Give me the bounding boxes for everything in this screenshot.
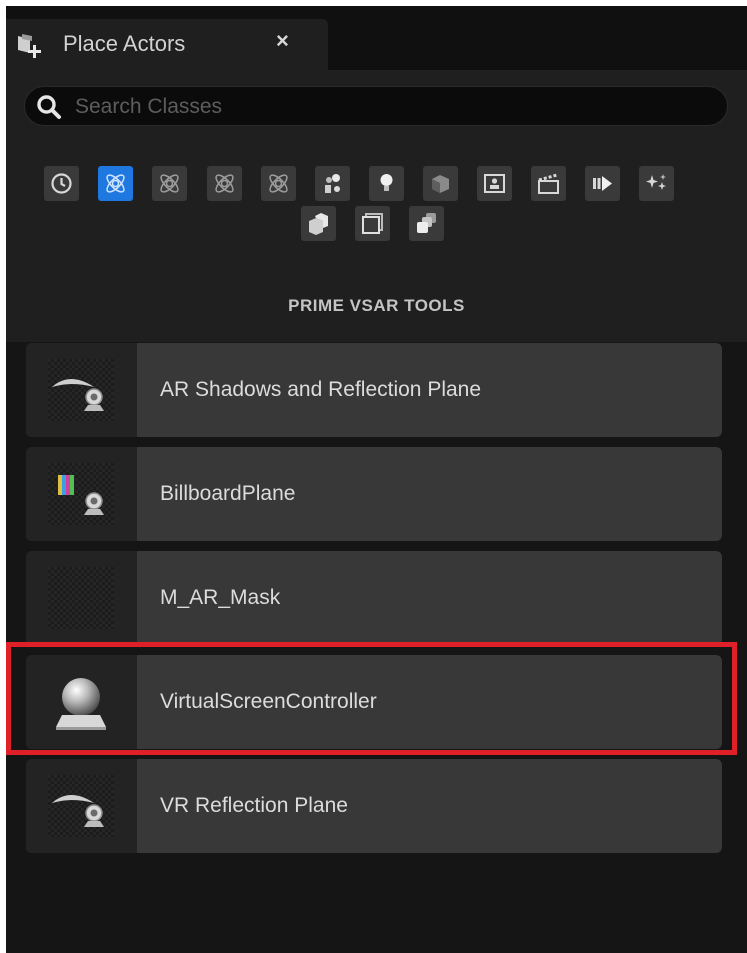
shapes-icon[interactable] xyxy=(423,166,458,201)
item-label: M_AR_Mask xyxy=(160,586,281,609)
list-item[interactable]: BillboardPlane xyxy=(26,447,722,541)
tab-strip: Place Actors × xyxy=(6,6,747,70)
search-icon xyxy=(37,95,61,119)
list-item-selected[interactable]: VirtualScreenController xyxy=(26,655,722,749)
plane-actor-icon xyxy=(52,379,104,411)
custom-category-icon[interactable] xyxy=(152,166,187,201)
lights-icon[interactable] xyxy=(369,166,404,201)
recently-placed-icon[interactable] xyxy=(44,166,79,201)
plane-actor-icon xyxy=(52,795,104,827)
item-label: BillboardPlane xyxy=(160,482,296,505)
section-title: PRIME VSAR TOOLS xyxy=(288,296,465,315)
place-actors-panel: Place Actors × Search Classes PRIME VSAR… xyxy=(6,6,747,953)
item-label: AR Shadows and Reflection Plane xyxy=(160,378,482,401)
item-label: VR Reflection Plane xyxy=(160,794,348,817)
item-thumbnail xyxy=(26,343,137,437)
item-thumbnail xyxy=(26,655,137,749)
search-box[interactable] xyxy=(24,86,728,127)
volumes-icon[interactable] xyxy=(355,206,390,241)
cinematic-icon[interactable] xyxy=(477,166,512,201)
tab-place-actors[interactable]: Place Actors × xyxy=(6,19,328,70)
custom-category-icon[interactable] xyxy=(207,166,242,201)
custom-category-icon[interactable] xyxy=(261,166,296,201)
item-thumbnail xyxy=(26,447,137,541)
sparkle-icon[interactable] xyxy=(639,166,674,201)
geometry-icon[interactable] xyxy=(301,206,336,241)
sphere-actor-icon xyxy=(56,678,106,730)
prime-vsar-tools-icon[interactable] xyxy=(98,166,133,201)
place-actors-icon xyxy=(18,34,41,58)
all-classes-icon[interactable] xyxy=(409,206,444,241)
tab-title: Place Actors xyxy=(63,31,186,56)
search-input[interactable] xyxy=(73,87,717,127)
list-item[interactable]: AR Shadows and Reflection Plane xyxy=(26,343,722,437)
item-thumbnail xyxy=(26,551,137,645)
list-item[interactable]: M_AR_Mask xyxy=(26,551,722,645)
basic-icon[interactable] xyxy=(315,166,350,201)
clapperboard-icon[interactable] xyxy=(531,166,566,201)
billboard-actor-icon xyxy=(58,475,104,515)
item-thumbnail xyxy=(26,759,137,853)
toolbar-area: PRIME VSAR TOOLS xyxy=(6,70,747,342)
item-label: VirtualScreenController xyxy=(160,690,377,713)
list-item[interactable]: VR Reflection Plane xyxy=(26,759,722,853)
material-checker-icon xyxy=(48,567,114,629)
close-icon[interactable]: × xyxy=(276,28,289,54)
visual-effects-icon[interactable] xyxy=(585,166,620,201)
